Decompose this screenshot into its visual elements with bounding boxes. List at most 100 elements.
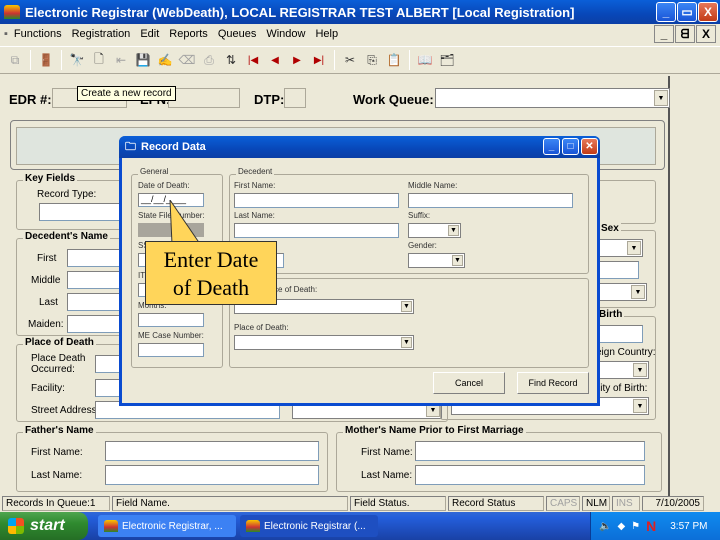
window-title: Electronic Registrar (WebDeath), LOCAL R…	[25, 4, 575, 20]
mdi-close-button[interactable]: X	[696, 25, 716, 43]
mdi-restore-button[interactable]: ᗺ	[675, 25, 695, 43]
dialog-title-bar: 🗀 Record Data	[119, 136, 600, 158]
dialog-last-name-field[interactable]	[234, 223, 399, 238]
chevron-down-icon[interactable]: ▼	[654, 90, 668, 106]
menu-help[interactable]: Help	[315, 28, 338, 40]
mdi-child-icon: ▪	[4, 28, 8, 40]
app-icon	[4, 5, 20, 19]
windows-logo-icon	[8, 518, 24, 534]
toolbar-separator	[334, 50, 335, 70]
father-first-label: First Name:	[31, 447, 83, 458]
help-book-icon[interactable]: 📖	[416, 51, 434, 69]
cascade-icon[interactable]: ⧉	[6, 51, 24, 69]
paste-icon[interactable]: 📋	[385, 51, 403, 69]
volume-icon[interactable]: 🔈	[599, 521, 611, 532]
antivirus-icon[interactable]: N	[646, 518, 656, 534]
place-of-death-select[interactable]: ▼	[234, 335, 414, 350]
callout-line-2: of Death	[172, 275, 250, 300]
menu-window[interactable]: Window	[266, 28, 305, 40]
last-label: Last	[39, 297, 58, 308]
dialog-maximize-button[interactable]: □	[562, 138, 579, 155]
print-icon[interactable]: ⎙	[200, 51, 218, 69]
street-label: Street Address:	[31, 405, 100, 416]
father-last-name-field[interactable]	[105, 465, 319, 485]
first-record-icon[interactable]: |◀	[244, 51, 262, 69]
key-fields-title: Key Fields	[23, 173, 78, 184]
mother-name-group: Mother's Name Prior to First Marriage Fi…	[336, 425, 662, 492]
menu-registration[interactable]: Registration	[72, 28, 131, 40]
maiden-label: Maiden:	[28, 319, 64, 330]
find-record-button[interactable]: Find Record	[517, 372, 589, 394]
menu-edit[interactable]: Edit	[140, 28, 159, 40]
tray-app-icon[interactable]: ⚑	[631, 521, 640, 532]
chevron-down-icon[interactable]: ▼	[401, 301, 412, 312]
dialog-first-name-field[interactable]	[234, 193, 399, 208]
tooltip: Create a new record	[77, 86, 176, 101]
mother-name-title: Mother's Name Prior to First Marriage	[343, 425, 526, 436]
chevron-down-icon[interactable]: ▼	[633, 399, 647, 413]
records-in-queue: Records In Queue:1	[2, 496, 110, 511]
general-title: General	[138, 167, 171, 176]
sign-icon[interactable]: ✍	[156, 51, 174, 69]
app-icon	[104, 520, 118, 532]
me-case-number-label: ME Case Number:	[138, 331, 204, 340]
dialog-minimize-button[interactable]: _	[543, 138, 560, 155]
dialog-middle-name-field[interactable]	[408, 193, 573, 208]
chevron-down-icon[interactable]: ▼	[401, 337, 412, 348]
city-of-birth-label: City of Birth:	[593, 383, 648, 394]
decedent-name-group: Decedent's Name First Middle Last Maiden…	[16, 231, 137, 336]
father-first-name-field[interactable]	[105, 441, 319, 461]
mdi-minimize-button[interactable]: _	[654, 25, 674, 43]
menu-queues[interactable]: Queues	[218, 28, 257, 40]
record-status: Record Status	[448, 496, 544, 511]
chevron-down-icon[interactable]: ▼	[448, 225, 459, 236]
dialog-close-button[interactable]: ✕	[581, 138, 598, 155]
cut-icon[interactable]: ✂	[341, 51, 359, 69]
previous-record-icon[interactable]: ◀	[266, 51, 284, 69]
me-case-number-field[interactable]	[138, 343, 204, 357]
menu-functions[interactable]: Functions	[14, 28, 62, 40]
last-record-icon[interactable]: ▶|	[310, 51, 328, 69]
work-queue-select[interactable]: ▼	[435, 88, 670, 108]
chevron-down-icon[interactable]: ▼	[631, 285, 645, 299]
menu-reports[interactable]: Reports	[169, 28, 208, 40]
months-field[interactable]	[138, 313, 204, 327]
taskbar-item[interactable]: Electronic Registrar (...	[240, 515, 378, 537]
import-icon[interactable]: ⇤	[112, 51, 130, 69]
title-bar: Electronic Registrar (WebDeath), LOCAL R…	[0, 0, 720, 24]
mother-first-name-field[interactable]	[415, 441, 645, 461]
restore-button[interactable]: ▭	[677, 2, 697, 22]
cancel-button[interactable]: Cancel	[433, 372, 505, 394]
minimize-button[interactable]: _	[656, 2, 676, 22]
mother-last-name-field[interactable]	[415, 465, 645, 485]
suffix-select[interactable]: ▼	[408, 223, 461, 238]
gender-label: Gender:	[408, 241, 437, 250]
sort-icon[interactable]: ⇅	[222, 51, 240, 69]
start-button[interactable]: start	[0, 512, 88, 540]
dtp-field[interactable]	[284, 88, 306, 108]
save-icon[interactable]: 💾	[134, 51, 152, 69]
taskbar-item[interactable]: Electronic Registrar, ...	[98, 515, 236, 537]
network-icon[interactable]: ◆	[617, 521, 625, 532]
efn-field[interactable]	[168, 88, 240, 108]
exit-icon[interactable]: 🚪	[37, 51, 55, 69]
enter-date-callout: Enter Date of Death	[145, 241, 277, 305]
record-type-label: Record Type:	[37, 189, 97, 200]
chevron-down-icon[interactable]: ▼	[627, 241, 641, 255]
new-record-icon[interactable]: 🗋	[90, 51, 108, 69]
close-button[interactable]: X	[698, 2, 718, 22]
callout-pointer	[169, 200, 201, 245]
decedent-group: Decedent First Name: Middle Name: Last N…	[229, 167, 589, 274]
erase-icon[interactable]: ⌫	[178, 51, 196, 69]
next-record-icon[interactable]: ▶	[288, 51, 306, 69]
taskbar: start Electronic Registrar, ... Electron…	[0, 512, 720, 540]
place-of-death-label: Place of Death:	[234, 323, 289, 332]
status-date: 7/10/2005	[642, 496, 704, 511]
chevron-down-icon[interactable]: ▼	[452, 255, 463, 266]
about-icon[interactable]: 🗂	[438, 51, 456, 69]
clock[interactable]: 3:57 PM	[670, 521, 707, 532]
chevron-down-icon[interactable]: ▼	[633, 363, 647, 377]
gender-select[interactable]: ▼	[408, 253, 465, 268]
find-icon[interactable]: 🔭	[68, 51, 86, 69]
copy-icon[interactable]: ⎘	[363, 51, 381, 69]
